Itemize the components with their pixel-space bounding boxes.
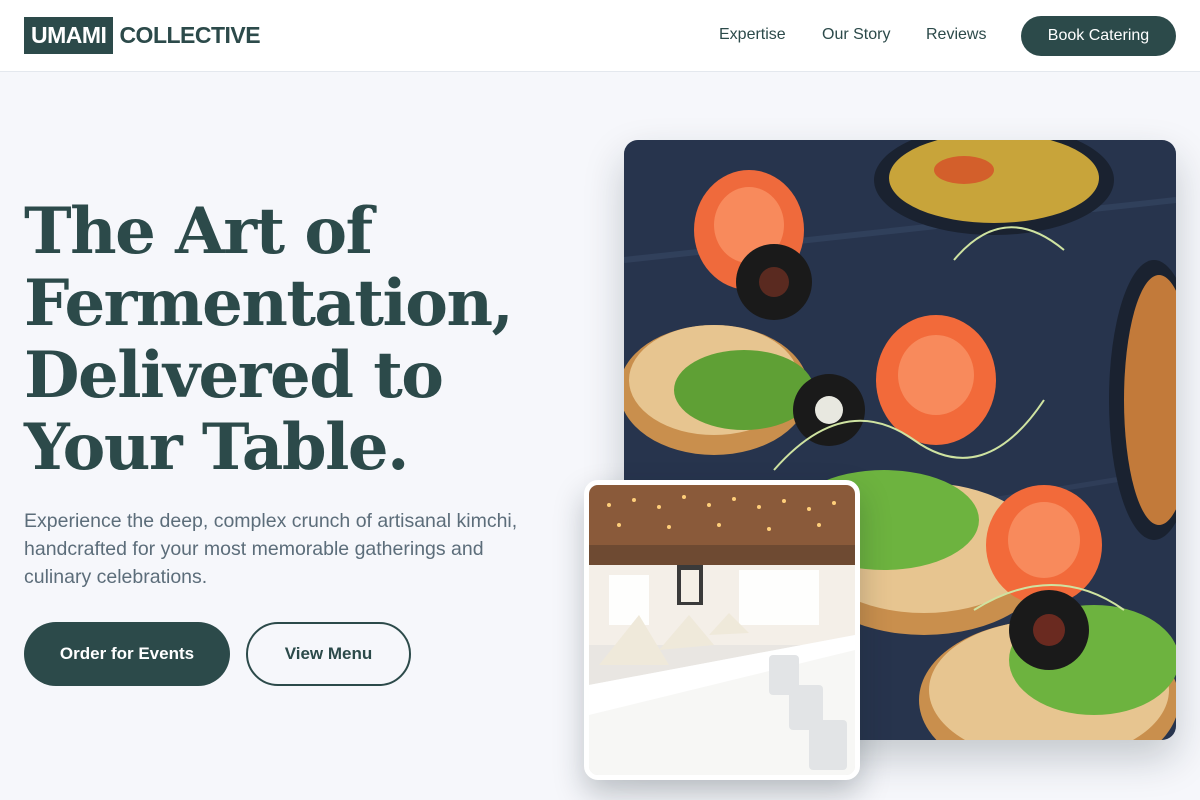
nav-link-our-story[interactable]: Our Story [822,26,890,44]
logo-wordmark: COLLECTIVE [119,22,261,48]
hero-title-line: Fermentation, [24,266,514,341]
banquet-hall-photo [584,480,860,780]
nav-link-reviews[interactable]: Reviews [926,26,986,44]
book-catering-button[interactable]: Book Catering [1021,16,1176,56]
brand-logo[interactable]: UMAMI COLLECTIVE [24,17,261,54]
hero-title-line: Your Table. [24,410,409,485]
hero-title-line: Delivered to [24,338,444,413]
hero-title-line: The Art of [24,194,373,269]
view-menu-button[interactable]: View Menu [246,622,411,686]
logo-mark: UMAMI [24,17,114,54]
site-header: UMAMI COLLECTIVE Expertise Our Story Rev… [0,0,1200,72]
hero-title: The Art of Fermentation, Delivered to Yo… [24,196,584,484]
banquet-hall-illustration [589,485,855,775]
nav-link-expertise[interactable]: Expertise [719,26,786,44]
order-for-events-button[interactable]: Order for Events [24,622,230,686]
hero-subtitle: Experience the deep, complex crunch of a… [24,510,518,588]
